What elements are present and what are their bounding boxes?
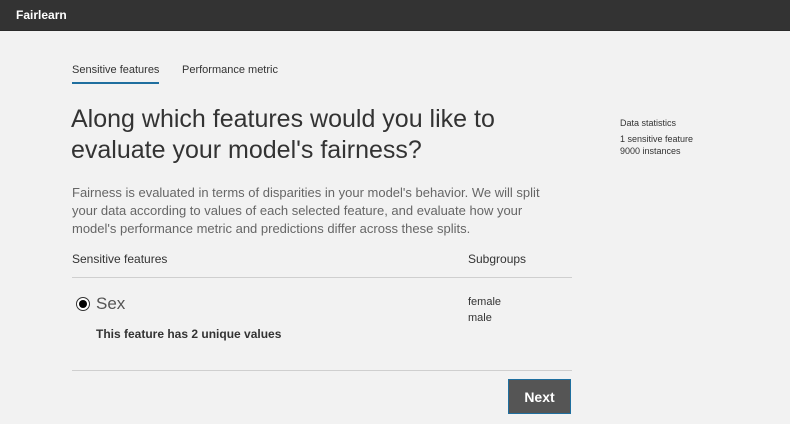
column-header-sensitive-features: Sensitive features <box>72 252 168 266</box>
tab-sensitive-features[interactable]: Sensitive features <box>72 64 160 84</box>
column-header-subgroups: Subgroups <box>468 252 527 266</box>
tab-performance-metric[interactable]: Performance metric <box>182 64 278 84</box>
page-description: Fairness is evaluated in terms of dispar… <box>72 185 540 236</box>
subgroup-item: male <box>468 312 492 324</box>
data-statistics-title: Data statistics <box>620 118 677 128</box>
header-divider <box>72 277 572 278</box>
footer-divider <box>72 370 572 371</box>
stat-sensitive-feature-count: 1 sensitive feature <box>620 134 694 144</box>
radio-selected-dot <box>79 300 87 308</box>
feature-label-sex[interactable]: Sex <box>96 294 125 314</box>
feature-unique-values: This feature has 2 unique values <box>96 327 282 341</box>
stat-instance-count: 9000 instances <box>620 146 681 156</box>
top-bar: Fairlearn <box>0 0 790 31</box>
subgroup-item: female <box>468 296 502 308</box>
app-title: Fairlearn <box>16 8 67 22</box>
feature-radio-sex[interactable] <box>76 297 90 311</box>
page-title: Along which features would you like to e… <box>71 105 495 164</box>
next-button[interactable]: Next <box>508 379 571 414</box>
data-statistics-panel: Data statistics 1 sensitive feature 9000… <box>620 118 693 157</box>
